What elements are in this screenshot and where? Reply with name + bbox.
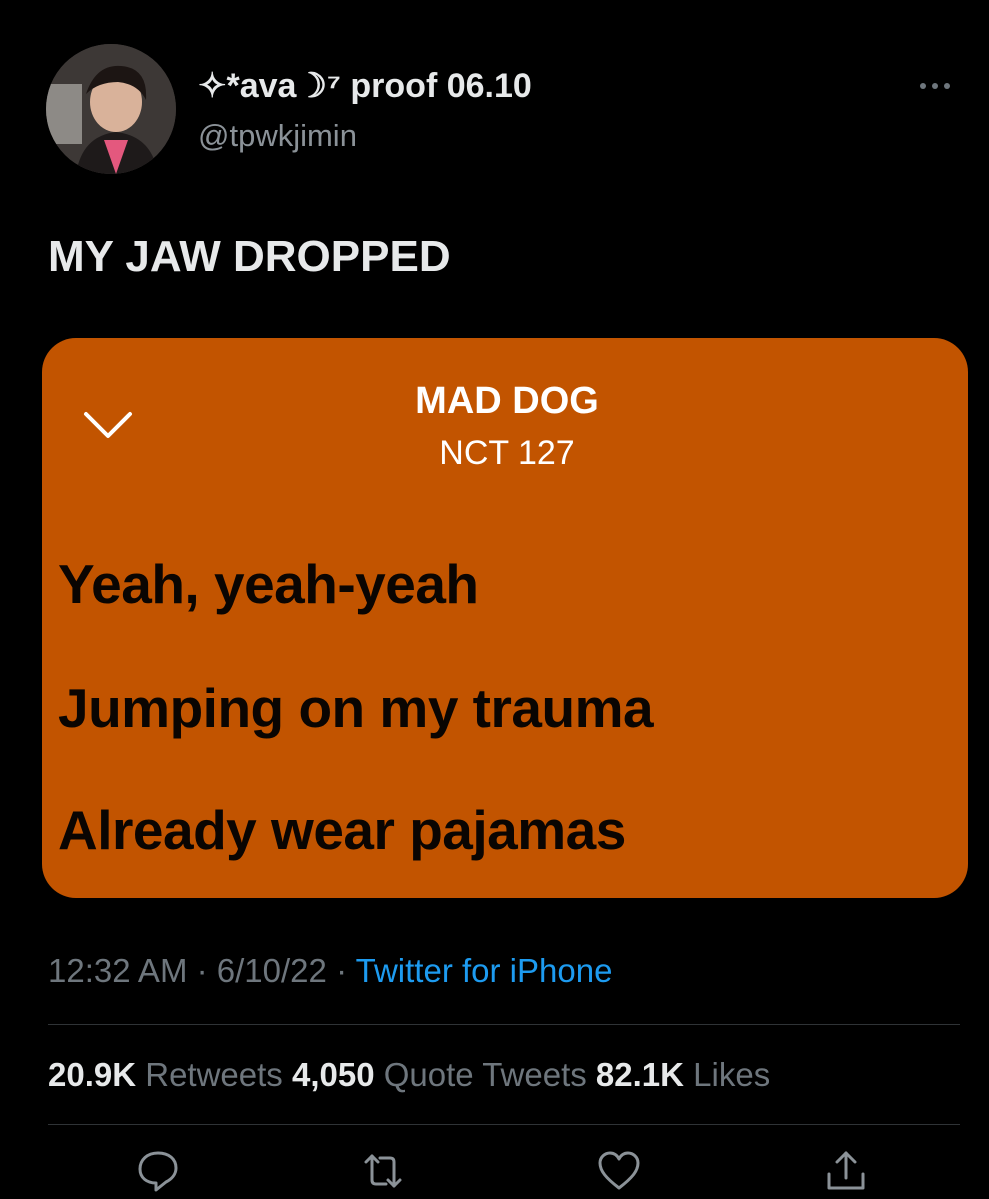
song-title: MAD DOG [415,380,599,422]
avatar-image [46,44,176,174]
likes-label: Likes [693,1056,771,1093]
quote-tweets-count: 4,050 [291,1056,375,1093]
lyric-line: Already wear pajamas [58,799,626,861]
quote-tweets-stat[interactable]: 4,050 Quote Tweets [292,1056,587,1093]
tweet-meta: 12:32 AM · 6/10/22 · Twitter for iPhone [48,952,612,990]
tweet-date[interactable]: 6/10/22 [217,952,327,989]
likes-stat[interactable]: 82.1K Likes [596,1056,770,1093]
lyric-line: Yeah, yeah-yeah [58,553,479,615]
heart-icon[interactable] [596,1148,642,1194]
tweet-text: MY JAW DROPPED [48,232,451,281]
author-handle[interactable]: @tpwkjimin [198,118,357,154]
share-icon[interactable] [823,1148,869,1194]
meta-separator: · [336,952,348,989]
retweet-icon[interactable] [360,1148,406,1194]
lyrics-card[interactable]: MAD DOG NCT 127 Yeah, yeah-yeah Jumping … [42,338,968,898]
more-horizontal-icon[interactable] [920,78,960,94]
tweet-time[interactable]: 12:32 AM [48,952,187,989]
tweet-stats: 20.9K Retweets 4,050 Quote Tweets 82.1K … [48,1056,770,1094]
tweet-source-link[interactable]: Twitter for iPhone [356,952,613,989]
more-dot [932,83,938,89]
lyric-line: Jumping on my trauma [58,677,654,739]
avatar[interactable] [46,44,176,174]
likes-count: 82.1K [595,1056,684,1093]
more-dot [944,83,950,89]
author-display-name[interactable]: ✧*ava☽⁷ proof 06.10 [198,66,532,106]
meta-separator: · [196,952,208,989]
divider [48,1124,960,1125]
retweets-stat[interactable]: 20.9K Retweets [48,1056,283,1093]
retweets-label: Retweets [145,1056,283,1093]
divider [48,1024,960,1025]
song-artist: NCT 127 [439,434,575,472]
reply-icon[interactable] [135,1148,181,1194]
quote-tweets-label: Quote Tweets [383,1056,587,1093]
retweets-count: 20.9K [48,1056,137,1093]
more-dot [920,83,926,89]
